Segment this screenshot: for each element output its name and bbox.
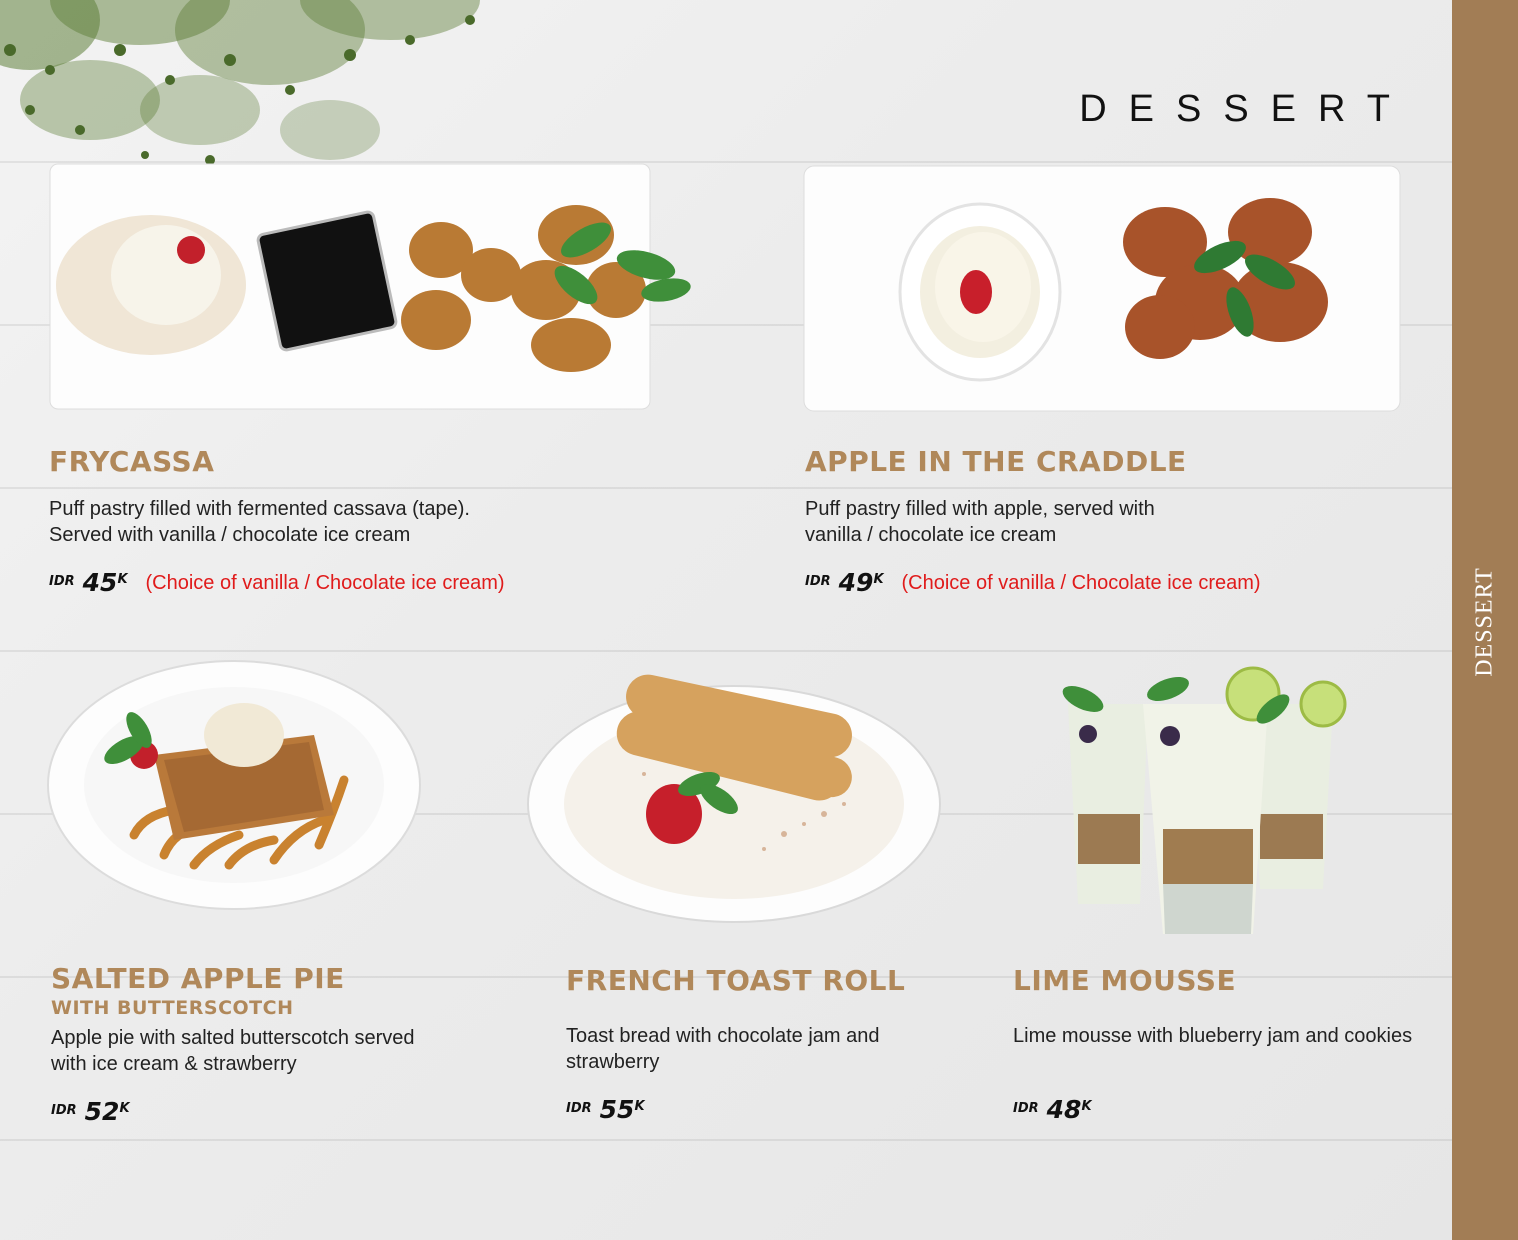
side-tab: DESSERT [1452, 0, 1518, 1240]
item-name: APPLE IN THE CRADDLE [805, 445, 1187, 478]
price-note: (Choice of vanilla / Chocolate ice cream… [901, 572, 1261, 594]
price-amount: 55 [599, 1095, 635, 1124]
item-description: Puff pastry filled with apple, served wi… [805, 498, 1155, 546]
section-title: DESSERT [1079, 88, 1412, 130]
price-amount: 52 [84, 1097, 120, 1126]
apple-in-the-craddle-photo [803, 165, 1401, 412]
price-amount: 45 [82, 568, 118, 597]
price-unit: K [634, 1099, 645, 1114]
item-name: SALTED APPLE PIE [51, 962, 345, 995]
frycassa-photo [49, 163, 691, 410]
price-row: IDR 48 K [1013, 1097, 1412, 1123]
menu-item-salted-apple-pie: SALTED APPLE PIE WITH BUTTERSCOTCH Apple… [51, 962, 415, 1125]
price-currency: IDR [566, 1101, 592, 1116]
item-name: FRENCH TOAST ROLL [566, 964, 906, 997]
menu-page: DESSERT FRYCASSA Puff pastry filled with… [0, 0, 1452, 1240]
item-description: Puff pastry filled with fermented cassav… [49, 498, 470, 546]
french-toast-roll-photo [527, 674, 941, 923]
price-currency: IDR [805, 574, 831, 589]
price-unit: K [119, 1101, 130, 1116]
price-currency: IDR [1013, 1101, 1039, 1116]
salted-apple-pie-photo [47, 660, 421, 910]
price-unit: K [1081, 1099, 1092, 1114]
price-amount: 49 [838, 568, 874, 597]
price-currency: IDR [49, 574, 75, 589]
lime-mousse-photo [1062, 666, 1347, 934]
item-name: LIME MOUSSE [1013, 964, 1237, 997]
price-unit: K [873, 572, 884, 587]
price-currency: IDR [51, 1103, 77, 1118]
item-description: Apple pie with salted butterscotch serve… [51, 1027, 415, 1075]
menu-item-apple-in-the-craddle: APPLE IN THE CRADDLE Puff pastry filled … [805, 445, 1261, 596]
price-note: (Choice of vanilla / Chocolate ice cream… [145, 572, 505, 594]
item-subname: WITH BUTTERSCOTCH [51, 997, 294, 1019]
menu-item-lime-mousse: LIME MOUSSE Lime mousse with blueberry j… [1013, 964, 1412, 1123]
price-row: IDR 55 K [566, 1097, 905, 1123]
item-name: FRYCASSA [49, 445, 215, 478]
menu-item-french-toast-roll: FRENCH TOAST ROLL Toast bread with choco… [566, 964, 905, 1123]
price-unit: K [117, 572, 128, 587]
menu-item-frycassa: FRYCASSA Puff pastry filled with ferment… [49, 445, 505, 596]
price-row: IDR 52 K [51, 1099, 415, 1125]
item-description: Lime mousse with blueberry jam and cooki… [1013, 1025, 1413, 1047]
item-description: Toast bread with chocolate jam and straw… [566, 1025, 880, 1073]
side-tab-label: DESSERT [1471, 567, 1498, 677]
price-amount: 48 [1046, 1095, 1082, 1124]
price-row: IDR 45 K (Choice of vanilla / Chocolate … [49, 570, 505, 596]
price-row: IDR 49 K (Choice of vanilla / Chocolate … [805, 570, 1261, 596]
